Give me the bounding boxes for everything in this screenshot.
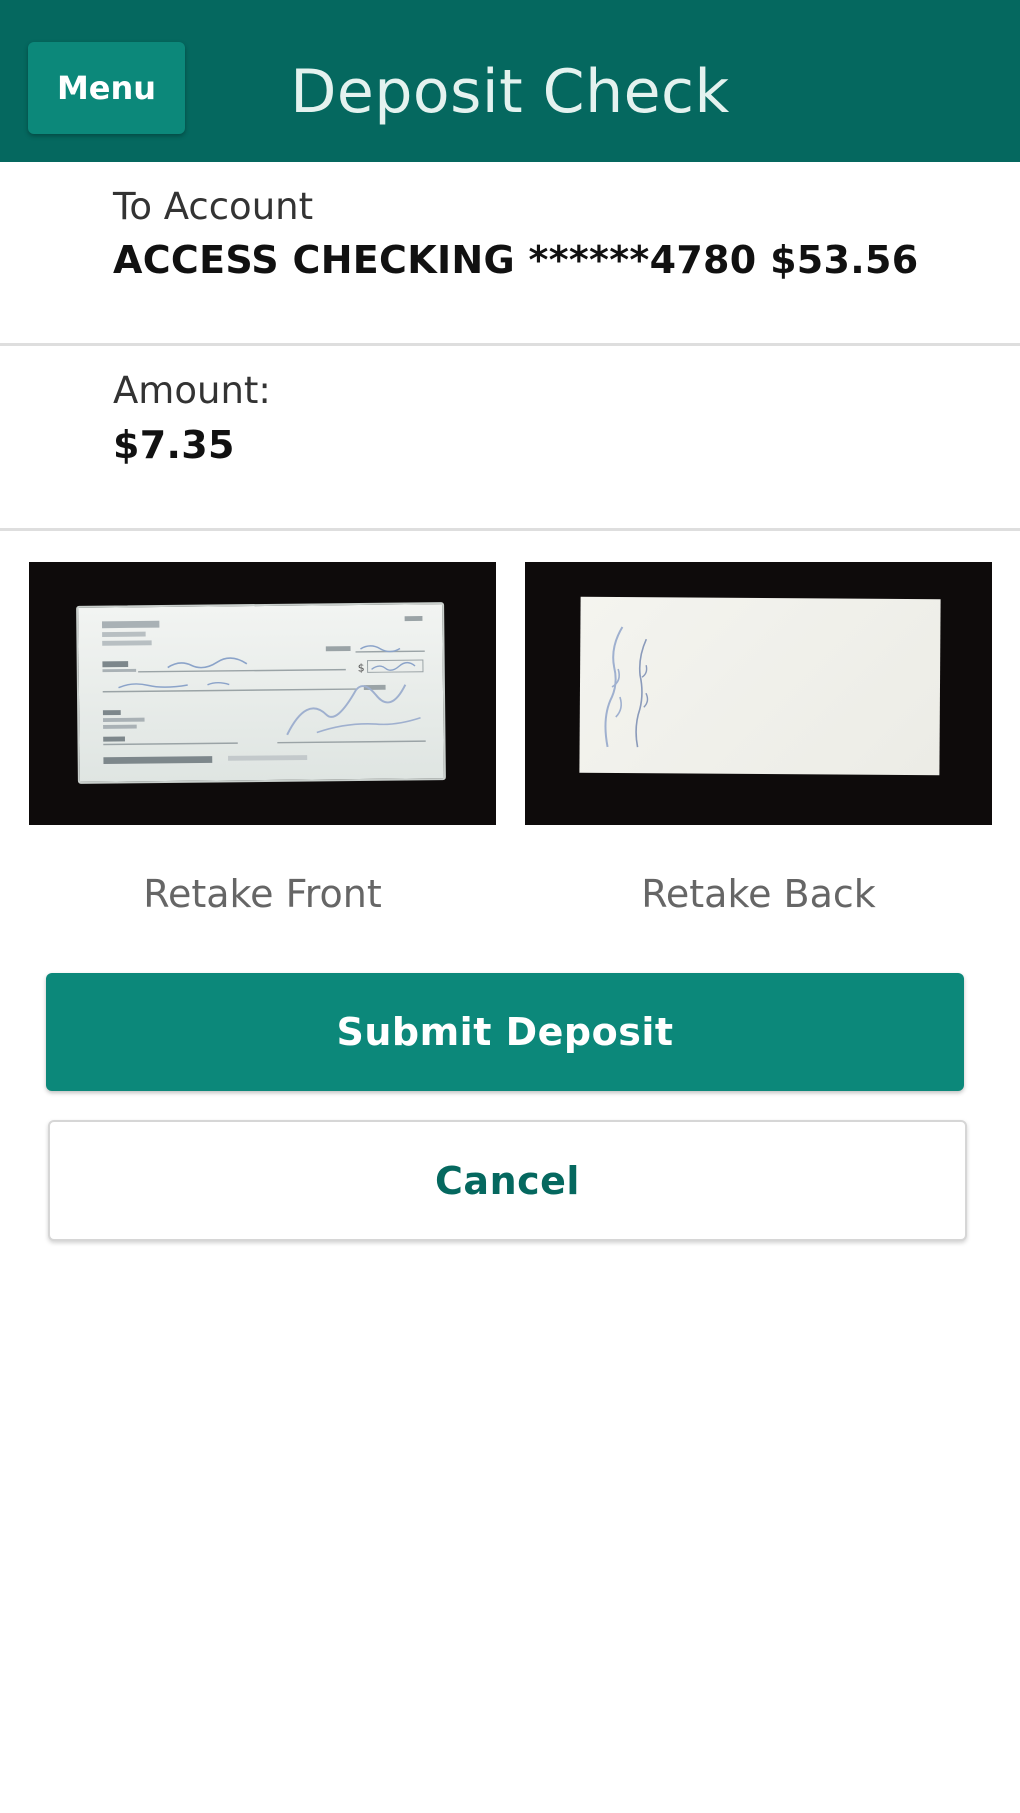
svg-text:$: $ [358,661,365,674]
to-account-value: ACCESS CHECKING ******4780 $53.56 [113,238,919,282]
amount-label: Amount: [113,369,271,412]
menu-button[interactable]: Menu [28,42,185,134]
check-front-paper: $ [76,602,446,784]
check-back-paper [579,596,941,776]
deposit-check-screen: Menu Deposit Check To Account ACCESS CHE… [0,0,1020,1813]
amount-section[interactable]: Amount: $7.35 [0,349,1020,531]
amount-value: $7.35 [113,423,235,467]
retake-front-link[interactable]: Retake Front [29,872,496,916]
retake-back-link[interactable]: Retake Back [525,872,992,916]
check-back-image[interactable] [525,562,992,825]
cancel-button[interactable]: Cancel [48,1120,967,1241]
to-account-section[interactable]: To Account ACCESS CHECKING ******4780 $5… [0,162,1020,346]
check-back-endorsement [604,626,649,748]
check-front-image[interactable]: $ [29,562,496,825]
header-bar: Menu Deposit Check [0,0,1020,162]
submit-deposit-button[interactable]: Submit Deposit [46,973,964,1091]
page-title: Deposit Check [290,57,730,127]
to-account-label: To Account [113,185,314,228]
check-front-details: $ [101,616,426,765]
